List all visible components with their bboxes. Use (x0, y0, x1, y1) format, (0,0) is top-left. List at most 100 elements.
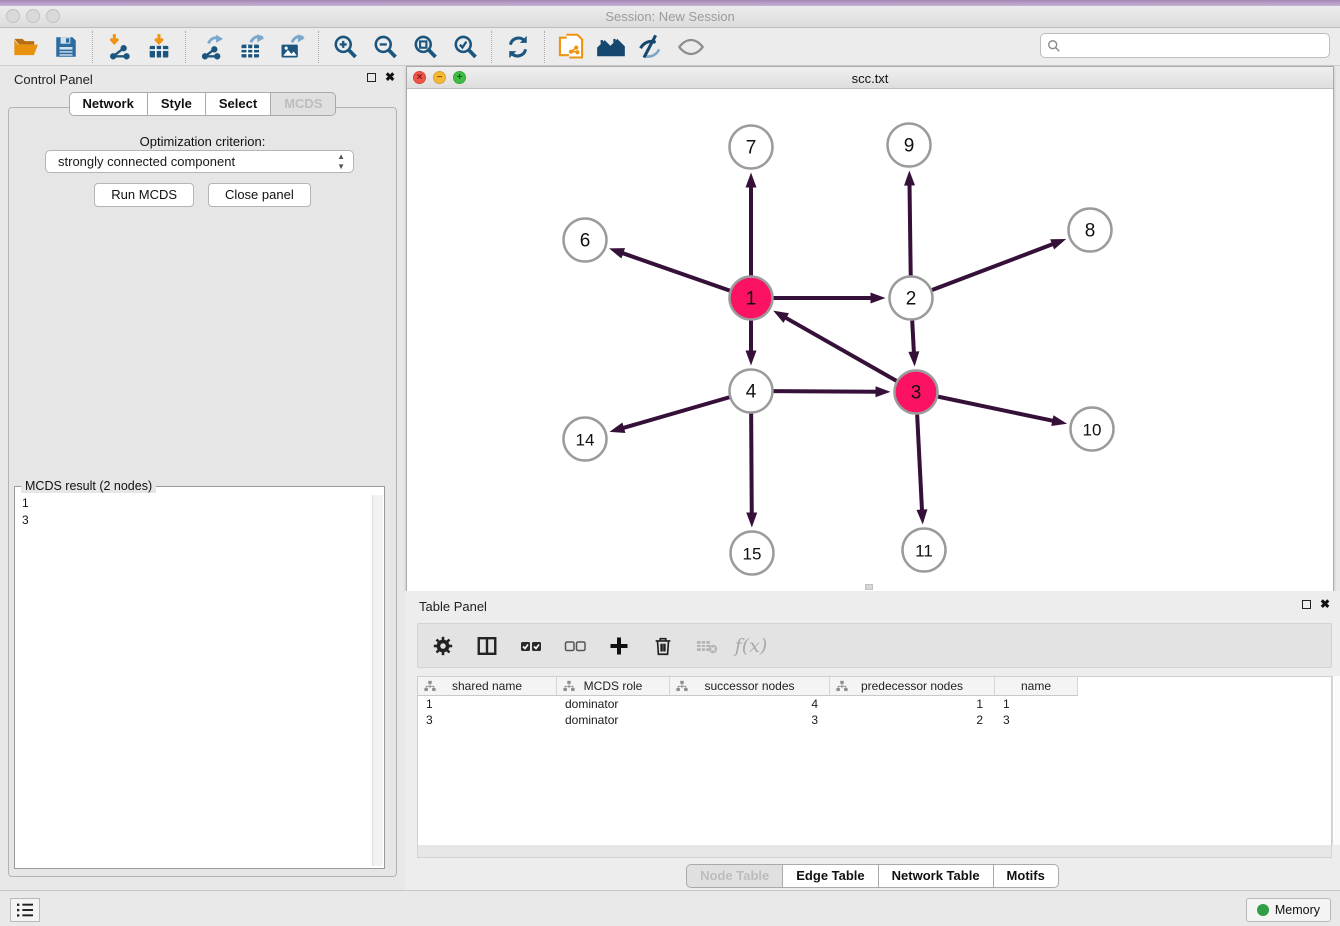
open-session-button[interactable] (6, 30, 46, 64)
graph-edge-3-10[interactable] (938, 397, 1054, 421)
tab-motifs[interactable]: Motifs (993, 864, 1059, 888)
add-row-button[interactable] (604, 631, 634, 661)
node-label: 8 (1085, 221, 1096, 242)
graph-edge-2-9[interactable] (910, 183, 911, 275)
search-input[interactable] (1061, 36, 1329, 56)
export-table-button[interactable] (232, 30, 272, 64)
graph-edge-4-3[interactable] (773, 391, 877, 392)
close-panel-icon[interactable]: ✖ (1320, 599, 1330, 610)
network-canvas[interactable]: 7968124314101511 (407, 89, 1333, 591)
table-cell[interactable]: 1 (995, 696, 1078, 712)
arrowhead-icon (871, 293, 886, 304)
open-network-file-button[interactable] (551, 30, 591, 64)
column-header-shared-name[interactable]: shared name (418, 677, 557, 696)
tab-style[interactable]: Style (147, 92, 205, 116)
arrowhead-icon (746, 173, 757, 188)
refresh-button[interactable] (498, 30, 538, 64)
hide-graphics-details-button[interactable] (631, 30, 671, 64)
column-header-successor-nodes[interactable]: successor nodes (670, 677, 830, 696)
table-cell[interactable]: 1 (418, 696, 557, 712)
table-vertical-scrollbar[interactable] (1332, 676, 1340, 845)
table-horizontal-scrollbar[interactable] (417, 845, 1332, 858)
tab-mcds[interactable]: MCDS (270, 92, 336, 116)
select-all-button[interactable] (516, 631, 546, 661)
tab-network-table[interactable]: Network Table (878, 864, 993, 888)
mcds-result-group: MCDS result (2 nodes) 13 (14, 486, 385, 869)
home-button[interactable] (591, 30, 631, 64)
show-columns-button[interactable] (472, 631, 502, 661)
column-header-name[interactable]: name (995, 677, 1078, 696)
unchecked-boxes-icon (563, 634, 587, 658)
graph-edge-4-14[interactable] (622, 397, 729, 428)
table-row[interactable]: 3dominator323 (418, 712, 1331, 728)
checked-boxes-icon (519, 634, 543, 658)
graph-edge-3-1[interactable] (784, 317, 896, 381)
network-graph[interactable]: 7968124314101511 (407, 89, 1333, 591)
deselect-all-button[interactable] (560, 631, 590, 661)
arrowhead-icon (1051, 415, 1067, 426)
close-panel-button[interactable]: Close panel (208, 183, 311, 207)
arrowhead-icon (1050, 239, 1066, 249)
save-session-button[interactable] (46, 30, 86, 64)
optimization-dropdown[interactable]: strongly connected component ▲▼ (45, 150, 354, 173)
memory-button[interactable]: Memory (1246, 898, 1331, 922)
float-panel-icon[interactable] (1302, 600, 1311, 609)
node-label: 15 (743, 545, 762, 564)
tab-edge-table[interactable]: Edge Table (782, 864, 877, 888)
arrowhead-icon (773, 311, 789, 323)
float-panel-icon[interactable] (367, 73, 376, 82)
export-image-button[interactable] (272, 30, 312, 64)
delete-row-button[interactable] (648, 631, 678, 661)
zoom-fit-button[interactable] (405, 30, 445, 64)
arrowhead-icon (746, 351, 757, 366)
graph-edge-1-6[interactable] (621, 253, 729, 291)
task-history-button[interactable] (10, 898, 40, 922)
export-image-icon (278, 33, 306, 61)
node-label: 6 (580, 231, 591, 252)
mcds-result-list[interactable]: 13 (22, 495, 372, 866)
table-cell[interactable]: dominator (557, 712, 670, 728)
result-scrollbar[interactable] (372, 495, 383, 866)
dropdown-value: strongly connected component (58, 154, 235, 169)
resize-grip[interactable] (865, 584, 873, 590)
table-cell[interactable]: 4 (670, 696, 830, 712)
mcds-result-item[interactable]: 3 (22, 512, 372, 529)
column-header-MCDS-role[interactable]: MCDS role (557, 677, 670, 696)
toolbar-separator (318, 31, 319, 63)
table-cell[interactable]: 3 (418, 712, 557, 728)
tab-select[interactable]: Select (205, 92, 270, 116)
column-header-predecessor-nodes[interactable]: predecessor nodes (830, 677, 995, 696)
export-network-button[interactable] (192, 30, 232, 64)
arrowhead-icon (904, 170, 915, 185)
run-mcds-button[interactable]: Run MCDS (94, 183, 194, 207)
arrowhead-icon (746, 512, 757, 527)
table-cell[interactable]: 2 (830, 712, 995, 728)
table-cell[interactable]: 1 (830, 696, 995, 712)
zoom-selected-button[interactable] (445, 30, 485, 64)
node-table: shared nameMCDS rolesuccessor nodesprede… (417, 676, 1332, 845)
zoom-out-button[interactable] (365, 30, 405, 64)
search-field[interactable] (1040, 33, 1330, 58)
toolbar-separator (491, 31, 492, 63)
graph-edge-2-3[interactable] (912, 320, 914, 353)
tab-node-table[interactable]: Node Table (686, 864, 782, 888)
import-network-button[interactable] (99, 30, 139, 64)
table-cell[interactable]: 3 (995, 712, 1078, 728)
tab-network[interactable]: Network (69, 92, 147, 116)
import-table-button[interactable] (139, 30, 179, 64)
graph-edge-4-15[interactable] (751, 413, 752, 514)
close-panel-icon[interactable]: ✖ (385, 72, 395, 83)
graph-edge-3-11[interactable] (917, 414, 922, 511)
table-cell[interactable]: 3 (670, 712, 830, 728)
mcds-result-title: MCDS result (2 nodes) (21, 479, 156, 493)
mcds-result-item[interactable]: 1 (22, 495, 372, 512)
main-toolbar (0, 28, 1340, 66)
graph-edge-2-8[interactable] (932, 244, 1054, 290)
table-settings-button[interactable] (428, 631, 458, 661)
table-cell[interactable]: dominator (557, 696, 670, 712)
show-graphics-details-button[interactable] (671, 30, 711, 64)
export-network-icon (198, 33, 226, 61)
zoom-in-button[interactable] (325, 30, 365, 64)
table-row[interactable]: 1dominator411 (418, 696, 1331, 712)
network-window-titlebar[interactable]: × − + scc.txt (407, 67, 1333, 89)
